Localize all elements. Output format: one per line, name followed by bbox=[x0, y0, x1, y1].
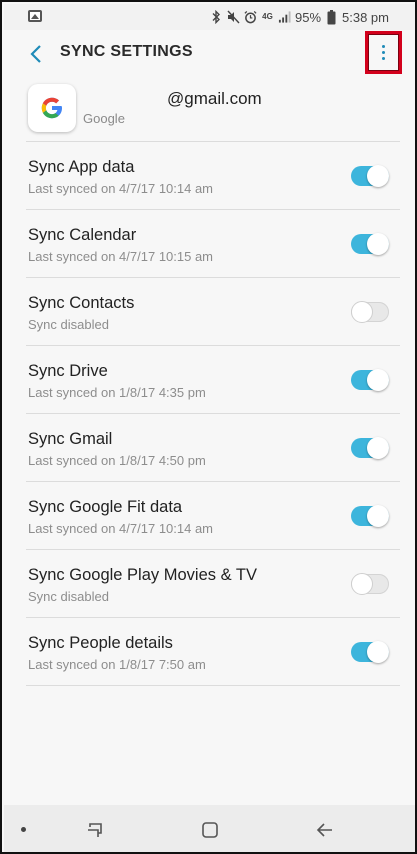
signal-icon bbox=[278, 9, 291, 25]
sync-toggle[interactable] bbox=[351, 505, 389, 527]
sync-toggle[interactable] bbox=[351, 165, 389, 187]
status-icons: 4G 95% 5:38 pm bbox=[210, 8, 389, 26]
divider bbox=[26, 685, 400, 686]
sync-row-play-movies[interactable]: Sync Google Play Movies & TV Sync disabl… bbox=[4, 550, 415, 618]
sync-row-title: Sync Gmail bbox=[28, 430, 113, 448]
battery-percent: 95% bbox=[294, 9, 322, 25]
chevron-left-icon bbox=[30, 45, 41, 63]
sync-row-title: Sync Drive bbox=[28, 362, 108, 380]
more-options-button[interactable] bbox=[365, 31, 402, 74]
sync-row-title: Sync Contacts bbox=[28, 294, 135, 312]
sync-row-status: Last synced on 4/7/17 10:14 am bbox=[28, 521, 214, 536]
sync-toggle[interactable] bbox=[351, 369, 389, 391]
sync-toggle[interactable] bbox=[351, 641, 389, 663]
google-logo-icon bbox=[28, 84, 76, 132]
sync-toggle[interactable] bbox=[351, 573, 389, 595]
page-title: SYNC SETTINGS bbox=[60, 43, 193, 60]
back-button[interactable] bbox=[22, 40, 50, 68]
sync-row-status: Sync disabled bbox=[28, 589, 109, 604]
recent-apps-icon bbox=[88, 823, 102, 837]
sync-row-title: Sync Google Fit data bbox=[28, 498, 183, 516]
status-bar: 4G 95% 5:38 pm bbox=[4, 4, 415, 30]
account-header: @gmail.com Google bbox=[4, 76, 415, 141]
sync-row-app-data[interactable]: Sync App data Last synced on 4/7/17 10:1… bbox=[4, 142, 415, 210]
sync-toggle[interactable] bbox=[351, 437, 389, 459]
sync-row-status: Last synced on 1/8/17 4:35 pm bbox=[28, 385, 206, 400]
recent-apps-button[interactable] bbox=[82, 817, 108, 843]
account-type: Google bbox=[83, 111, 125, 126]
sync-row-title: Sync Google Play Movies & TV bbox=[28, 566, 257, 584]
bluetooth-icon bbox=[210, 9, 223, 25]
battery-icon bbox=[325, 9, 338, 25]
more-vertical-icon bbox=[382, 45, 385, 60]
sync-row-title: Sync App data bbox=[28, 158, 135, 176]
sync-row-google-fit[interactable]: Sync Google Fit data Last synced on 4/7/… bbox=[4, 482, 415, 550]
sync-row-people-details[interactable]: Sync People details Last synced on 1/8/1… bbox=[4, 618, 415, 686]
account-email: @gmail.com bbox=[167, 89, 262, 108]
network-type-label: 4G bbox=[262, 12, 273, 21]
home-icon bbox=[202, 822, 218, 838]
dot-icon[interactable] bbox=[21, 827, 26, 832]
alarm-icon bbox=[244, 9, 257, 25]
sync-row-contacts[interactable]: Sync Contacts Sync disabled bbox=[4, 278, 415, 346]
sync-row-status: Last synced on 4/7/17 10:15 am bbox=[28, 249, 214, 264]
sync-toggle[interactable] bbox=[351, 233, 389, 255]
home-button[interactable] bbox=[197, 817, 223, 843]
back-arrow-icon bbox=[316, 823, 332, 837]
navigation-bar bbox=[4, 805, 415, 852]
sync-toggle[interactable] bbox=[351, 301, 389, 323]
gallery-notification-icon bbox=[28, 10, 42, 22]
app-header: SYNC SETTINGS bbox=[4, 30, 415, 76]
sync-row-drive[interactable]: Sync Drive Last synced on 1/8/17 4:35 pm bbox=[4, 346, 415, 414]
sync-row-status: Sync disabled bbox=[28, 317, 109, 332]
sync-row-status: Last synced on 1/8/17 4:50 pm bbox=[28, 453, 206, 468]
sync-row-gmail[interactable]: Sync Gmail Last synced on 1/8/17 4:50 pm bbox=[4, 414, 415, 482]
sync-row-status: Last synced on 4/7/17 10:14 am bbox=[28, 181, 214, 196]
phone-screen: 4G 95% 5:38 pm SYNC SETTINGS @gmail.com … bbox=[0, 0, 417, 854]
mute-icon bbox=[227, 9, 240, 25]
sync-row-title: Sync Calendar bbox=[28, 226, 137, 244]
sync-row-title: Sync People details bbox=[28, 634, 173, 652]
sync-row-status: Last synced on 1/8/17 7:50 am bbox=[28, 657, 206, 672]
sync-row-calendar[interactable]: Sync Calendar Last synced on 4/7/17 10:1… bbox=[4, 210, 415, 278]
back-nav-button[interactable] bbox=[312, 817, 338, 843]
clock: 5:38 pm bbox=[342, 9, 389, 25]
